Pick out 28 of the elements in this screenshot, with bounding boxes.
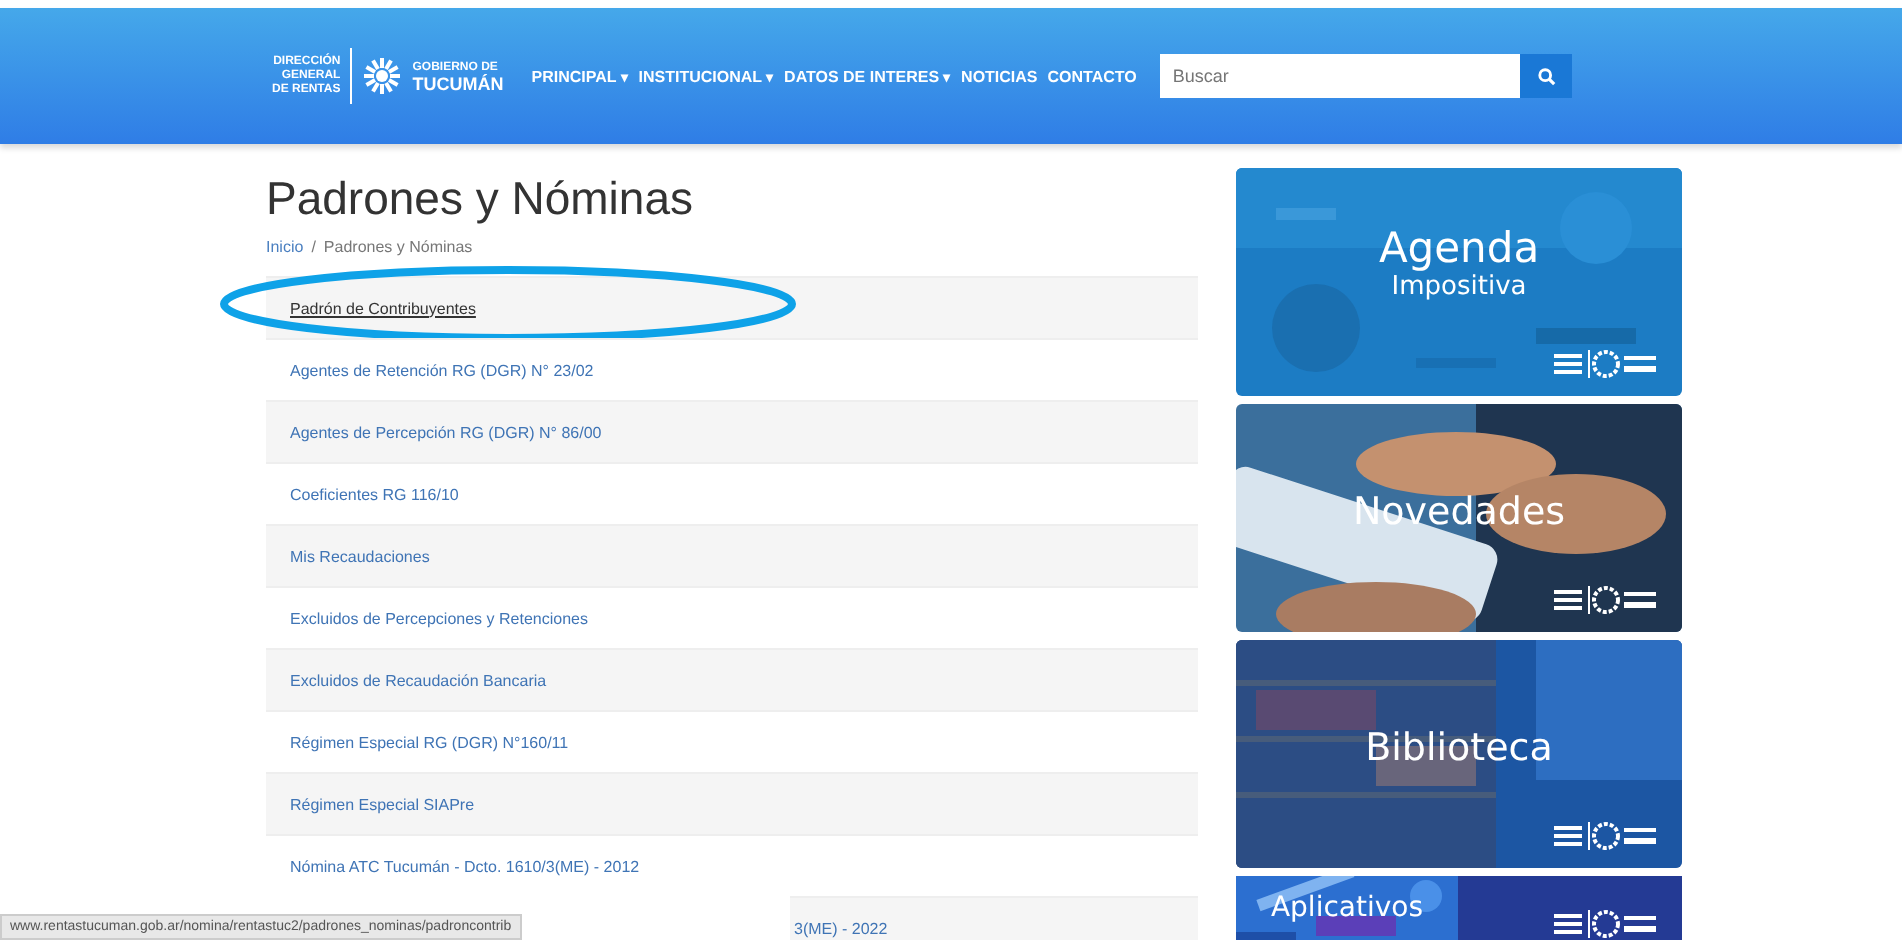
search-button[interactable] xyxy=(1520,54,1573,98)
list-item[interactable]: 3(ME) - 2022 xyxy=(790,896,1198,940)
logo-drawing xyxy=(1554,820,1658,852)
logo-drawing xyxy=(1554,348,1658,380)
banner[interactable]: Biblioteca xyxy=(1236,640,1682,868)
banner-title: Aplicativos xyxy=(1268,892,1426,924)
nav-link[interactable]: CONTACTO xyxy=(1047,67,1137,85)
list-item[interactable]: Régimen Especial SIAPre xyxy=(266,772,1198,834)
logo-text: TUCUMÁN xyxy=(412,76,504,92)
breadcrumb-separator: / xyxy=(311,238,316,256)
banner-title: Agenda xyxy=(1376,224,1542,272)
page-title: Padrones y Nóminas xyxy=(266,172,695,224)
list-item[interactable]: Padrón de Contribuyentes xyxy=(266,276,1198,338)
search-icon xyxy=(1537,67,1556,85)
breadcrumb-item[interactable]: Inicio xyxy=(266,238,304,256)
list-item[interactable]: Excluidos de Recaudación Bancaria xyxy=(266,648,1198,710)
logo-drawing xyxy=(1554,584,1658,616)
nav-link[interactable]: NOTICIAS xyxy=(961,67,1038,85)
sunburst-icon xyxy=(362,56,403,96)
breadcrumb-item: Padrones y Nóminas xyxy=(323,238,473,256)
logo-drawing xyxy=(1554,908,1658,940)
banner-title: Biblioteca xyxy=(1363,724,1555,772)
search-field[interactable]: Buscar xyxy=(1160,54,1521,98)
banner[interactable]: Aplicativos xyxy=(1236,876,1458,940)
banner[interactable]: Agenda Impositiva xyxy=(1236,168,1682,396)
list-item[interactable]: Agentes de Percepción RG (DGR) N° 86/00 xyxy=(266,400,1198,462)
list-item[interactable]: Mis Recaudaciones xyxy=(266,524,1198,586)
banner-subtitle: Impositiva xyxy=(1389,272,1529,302)
